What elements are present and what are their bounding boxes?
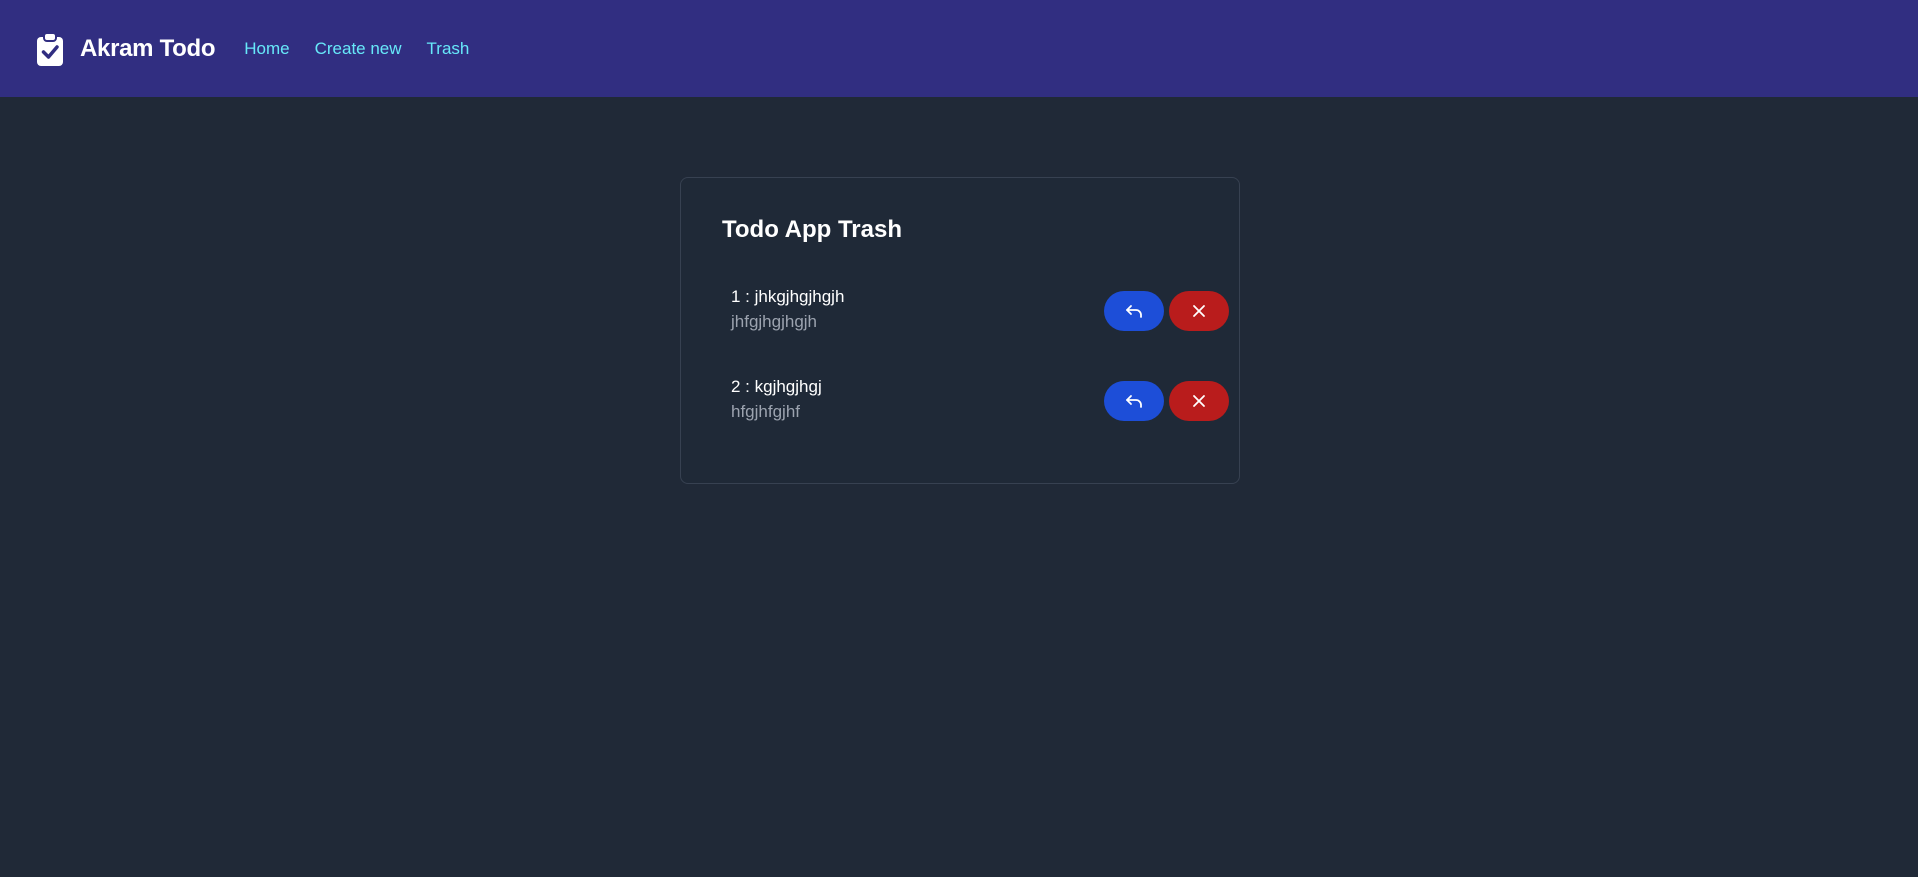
trash-item: 1 : jhkgjhgjhgjh jhfgjhgjhgjh [722, 287, 1229, 347]
clipboard-check-icon [37, 31, 63, 66]
close-icon [1193, 395, 1205, 407]
brand-link[interactable]: Akram Todo [36, 31, 216, 66]
item-description: jhfgjhgjhgjh [731, 312, 818, 331]
nav-link-home[interactable]: Home [244, 39, 289, 59]
delete-button[interactable] [1169, 291, 1229, 331]
trash-item: 2 : kgjhgjhgj hfgjhfgjhf [722, 377, 1229, 437]
nav-links: Home Create new Trash [244, 39, 494, 59]
close-icon [1193, 305, 1205, 317]
navbar: Akram Todo Home Create new Trash [0, 0, 1918, 97]
restore-button[interactable] [1104, 291, 1164, 331]
page-title: Todo App Trash [722, 216, 902, 243]
item-title: 2 : kgjhgjhgj [731, 377, 822, 396]
item-description: hfgjhfgjhf [731, 402, 800, 421]
nav-link-trash[interactable]: Trash [427, 39, 470, 59]
item-title: 1 : jhkgjhgjhgjh [731, 287, 845, 306]
brand-name: Akram Todo [80, 34, 216, 62]
nav-link-create-new[interactable]: Create new [315, 39, 402, 59]
undo-arrow-icon [1126, 395, 1142, 408]
restore-button[interactable] [1104, 381, 1164, 421]
delete-button[interactable] [1169, 381, 1229, 421]
trash-card: Todo App Trash 1 : jhkgjhgjhgjh jhfgjhgj… [680, 177, 1240, 484]
undo-arrow-icon [1126, 305, 1142, 318]
